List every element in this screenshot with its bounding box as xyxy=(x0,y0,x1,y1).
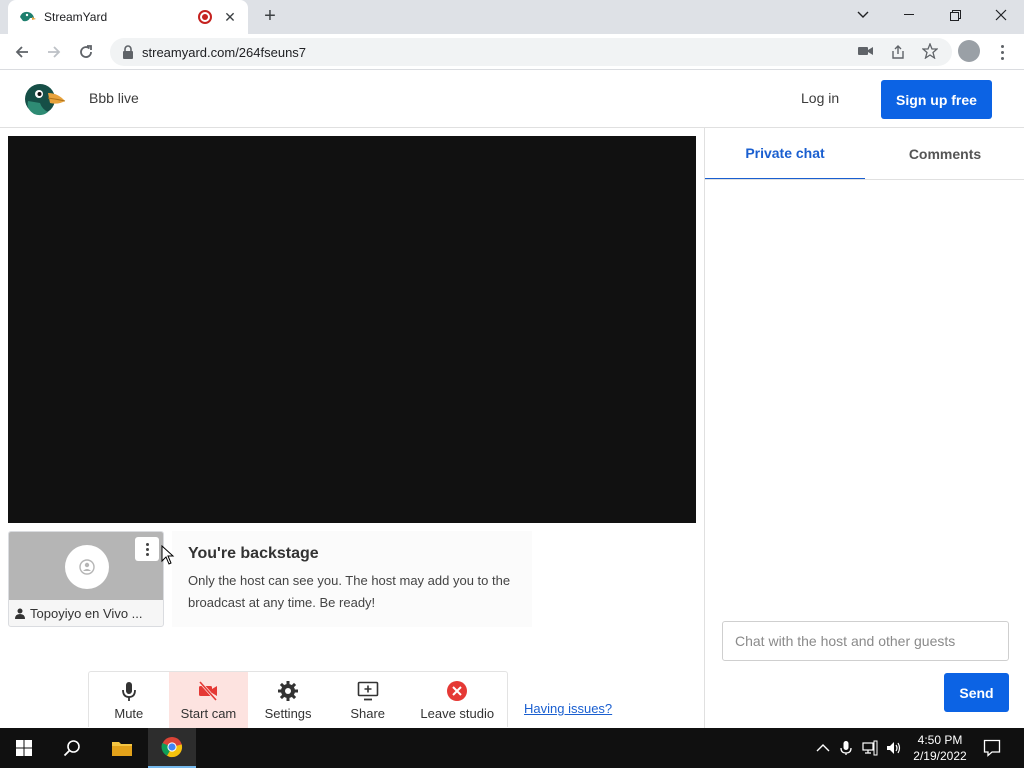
windows-start-icon[interactable] xyxy=(0,728,48,768)
chat-input[interactable] xyxy=(722,621,1009,661)
share-button[interactable]: Share xyxy=(328,672,408,728)
person-icon xyxy=(15,608,25,619)
start-cam-label: Start cam xyxy=(180,705,237,721)
streamyard-favicon-icon xyxy=(20,11,36,22)
browser-tabstrip: StreamYard ✕ + xyxy=(0,0,1024,34)
app-header: Bbb live Log in Sign up free xyxy=(0,71,1024,128)
leave-x-icon xyxy=(447,680,468,701)
broadcast-stage xyxy=(8,136,696,523)
windows-taskbar: 4:50 PM 2/19/2022 xyxy=(0,728,1024,768)
mouse-cursor-icon xyxy=(161,545,175,565)
signup-button[interactable]: Sign up free xyxy=(881,80,992,119)
settings-button[interactable]: Settings xyxy=(248,672,328,728)
reload-icon[interactable] xyxy=(74,40,98,64)
new-tab-button[interactable]: + xyxy=(258,5,282,29)
lock-icon xyxy=(123,45,133,59)
leave-studio-label: Leave studio xyxy=(420,705,495,721)
browser-menu-icon[interactable] xyxy=(994,40,1010,64)
participant-menu-icon[interactable] xyxy=(135,537,159,561)
screen-share-icon xyxy=(357,681,378,700)
having-issues-link[interactable]: Having issues? xyxy=(524,701,612,716)
tab-title: StreamYard xyxy=(44,10,108,24)
address-bar[interactable]: streamyard.com/264fseuns7 xyxy=(110,38,952,66)
clock-date: 2/19/2022 xyxy=(913,749,967,763)
gear-icon xyxy=(278,680,299,701)
network-icon[interactable] xyxy=(862,740,878,756)
clock-time: 4:50 PM xyxy=(917,733,963,747)
backstage-title: You're backstage xyxy=(188,545,319,562)
tab-private-chat[interactable]: Private chat xyxy=(705,128,865,180)
file-explorer-icon[interactable] xyxy=(98,728,146,768)
streamyard-duck-logo xyxy=(25,84,66,116)
share-page-icon[interactable] xyxy=(890,44,906,60)
volume-icon[interactable] xyxy=(886,740,902,756)
login-link[interactable]: Log in xyxy=(801,90,839,106)
start-cam-button[interactable]: Start cam xyxy=(168,672,249,728)
browser-tab-streamyard[interactable]: StreamYard ✕ xyxy=(8,0,248,34)
settings-label: Settings xyxy=(264,705,312,721)
restore-icon[interactable] xyxy=(932,0,978,30)
close-window-icon[interactable] xyxy=(978,0,1024,30)
minimize-icon[interactable] xyxy=(886,0,932,30)
participant-tile[interactable]: Topoyiyo en Vivo ... xyxy=(8,531,164,627)
mute-button[interactable]: Mute xyxy=(89,672,169,728)
mute-label: Mute xyxy=(114,705,144,721)
forward-icon[interactable] xyxy=(42,40,66,64)
system-clock[interactable]: 4:50 PM 2/19/2022 xyxy=(910,732,970,764)
send-button[interactable]: Send xyxy=(944,673,1009,712)
share-label: Share xyxy=(350,705,386,721)
bookmark-star-icon[interactable] xyxy=(922,43,938,59)
microphone-icon xyxy=(121,681,136,701)
notification-center-icon[interactable] xyxy=(983,739,1001,757)
studio-control-bar: Mute Start cam Settings Share Leave stud… xyxy=(88,671,508,728)
tray-microphone-icon[interactable] xyxy=(838,740,854,756)
tab-search-icon[interactable] xyxy=(840,0,886,30)
tray-chevron-up-icon[interactable] xyxy=(815,740,831,756)
recording-indicator-icon xyxy=(198,10,212,24)
tab-comments[interactable]: Comments xyxy=(865,128,1024,180)
chat-panel: Private chat Comments Send xyxy=(704,128,1024,728)
tabs-divider xyxy=(705,179,1024,180)
chrome-taskbar-icon[interactable] xyxy=(148,728,196,768)
url-text: streamyard.com/264fseuns7 xyxy=(142,44,307,60)
backstage-notice: You're backstage Only the host can see y… xyxy=(172,531,532,627)
participant-avatar-icon xyxy=(65,545,109,589)
studio-name: Bbb live xyxy=(89,90,139,106)
back-icon[interactable] xyxy=(10,40,34,64)
backstage-message: Only the host can see you. The host may … xyxy=(188,573,511,610)
browser-toolbar: streamyard.com/264fseuns7 xyxy=(0,34,1024,70)
leave-studio-button[interactable]: Leave studio xyxy=(408,672,508,728)
camera-off-icon xyxy=(199,680,218,701)
search-icon[interactable] xyxy=(48,728,96,768)
tab-close-icon[interactable]: ✕ xyxy=(222,9,238,26)
profile-avatar-icon[interactable] xyxy=(958,40,980,62)
camera-in-use-icon[interactable] xyxy=(858,44,874,58)
participant-name: Topoyiyo en Vivo ... xyxy=(30,606,143,621)
